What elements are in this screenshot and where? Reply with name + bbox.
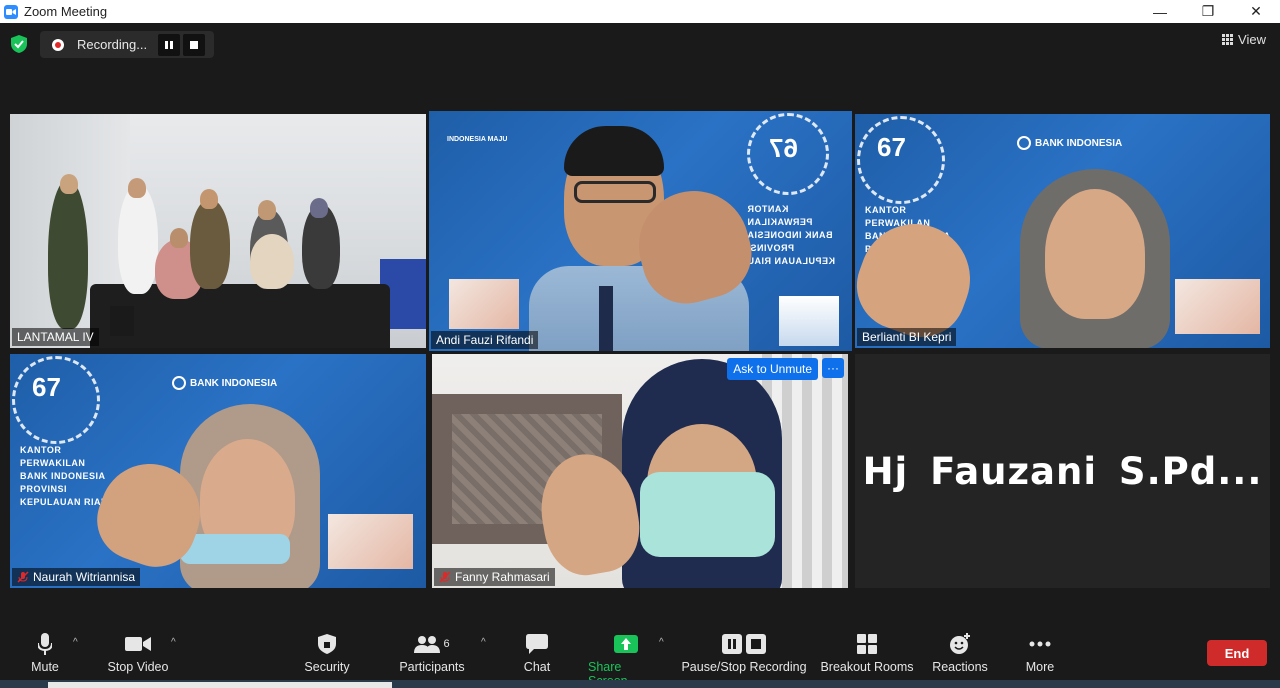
recording-dot-icon: [52, 38, 64, 51]
participant-name: LANTAMAL IV: [17, 330, 94, 344]
video-feed: [432, 354, 848, 588]
breakout-rooms-button[interactable]: Breakout Rooms: [819, 633, 915, 674]
bank-indonesia-logo: BANK INDONESIA: [172, 376, 277, 390]
participants-count: 6: [443, 638, 450, 650]
video-tile-fauzani[interactable]: Hj Fauzani S.Pd...: [855, 354, 1270, 588]
muted-mic-icon: [439, 571, 451, 583]
pause-stop-recording-label: Pause/Stop Recording: [681, 660, 807, 674]
participant-name-label: Fanny Rahmasari: [434, 568, 555, 586]
smiley-reaction-icon: [950, 633, 970, 654]
backdrop-office-text: KANTOR PERWAKILAN BANK INDONESIA PROVINS…: [747, 204, 835, 266]
stop-recording-button[interactable]: [183, 33, 205, 56]
anniversary-number: 67: [32, 372, 61, 402]
mute-button[interactable]: Mute: [24, 633, 66, 674]
minimize-button[interactable]: —: [1136, 0, 1184, 23]
breakout-rooms-icon: [857, 634, 877, 654]
close-button[interactable]: ✕: [1232, 0, 1280, 23]
breakout-rooms-label: Breakout Rooms: [820, 660, 914, 674]
participants-label: Participants: [399, 660, 465, 674]
reactions-label: Reactions: [932, 660, 988, 674]
building-image: [779, 296, 839, 346]
security-button[interactable]: Security: [300, 633, 354, 674]
participants-button[interactable]: 6 Participants: [396, 633, 468, 674]
bank-indonesia-logo: BANK INDONESIA: [1017, 136, 1122, 150]
restore-button[interactable]: ❐: [1184, 0, 1232, 23]
more-label: More: [1025, 660, 1055, 674]
pause-stop-icon: [722, 634, 766, 654]
taskbar-window-item[interactable]: [48, 682, 392, 688]
participants-icon: [414, 636, 441, 653]
video-tile-andi[interactable]: 67 KANTOR PERWAKILAN BANK INDONESIA PROV…: [429, 111, 852, 351]
video-feed: 67 BANK INDONESIA KANTOR PERWAKILAN BANK…: [10, 354, 426, 588]
video-tile-berlianti[interactable]: 67 BANK INDONESIA KANTOR PERWAKILAN BANK…: [855, 114, 1270, 348]
grid-view-icon: [1222, 34, 1234, 45]
ask-to-unmute-button[interactable]: Ask to Unmute: [727, 358, 818, 380]
pause-recording-button[interactable]: [158, 33, 180, 56]
end-meeting-button[interactable]: End: [1207, 640, 1267, 666]
participant-name: Berlianti BI Kepri: [862, 330, 952, 344]
banknote-image: [328, 514, 413, 569]
mute-label: Mute: [31, 660, 59, 674]
participant-name-label: Naurah Witriannisa: [12, 568, 141, 586]
pause-icon: [165, 40, 173, 49]
meeting-stage: Recording... View LANTAMAL IV 67 KANTOR …: [0, 23, 1280, 623]
recording-indicator: Recording...: [40, 31, 214, 58]
recording-label: Recording...: [77, 37, 148, 52]
pause-stop-recording-button[interactable]: Pause/Stop Recording: [681, 633, 807, 674]
participant-name-label: Andi Fauzi Rifandi: [431, 331, 539, 349]
view-button[interactable]: View: [1222, 32, 1266, 47]
audio-options-chevron-icon[interactable]: ^: [73, 637, 78, 648]
muted-mic-icon: [17, 571, 29, 583]
video-feed: [10, 114, 426, 348]
indonesia-maju-logo: INDONESIA MAJU: [447, 136, 508, 143]
more-dots-icon: [1029, 641, 1051, 647]
chat-button[interactable]: Chat: [518, 633, 556, 674]
participants-options-chevron-icon[interactable]: ^: [481, 637, 486, 648]
participant-name: Naurah Witriannisa: [33, 570, 136, 584]
stop-video-button[interactable]: Stop Video: [102, 633, 174, 674]
participant-name-label: LANTAMAL IV: [12, 328, 99, 346]
video-tile-lantamal[interactable]: LANTAMAL IV: [10, 114, 426, 348]
stop-icon: [190, 40, 198, 49]
video-camera-icon: [125, 637, 151, 651]
backdrop-office-text: KANTOR PERWAKILAN BANK INDONESIA PROVINS…: [20, 445, 108, 507]
video-options-chevron-icon[interactable]: ^: [171, 637, 176, 648]
stop-video-label: Stop Video: [107, 660, 169, 674]
anniversary-number: 67: [769, 133, 798, 163]
os-taskbar: [0, 680, 1280, 688]
chat-bubble-icon: [526, 634, 548, 654]
more-button[interactable]: More: [1022, 633, 1058, 674]
banknote-image: [449, 279, 519, 329]
microphone-icon: [38, 633, 52, 655]
window-title: Zoom Meeting: [24, 4, 108, 19]
video-tile-fanny[interactable]: Ask to Unmute ··· Fanny Rahmasari: [432, 354, 848, 588]
chat-label: Chat: [523, 660, 551, 674]
participant-name: Andi Fauzi Rifandi: [436, 333, 534, 347]
tile-more-options-button[interactable]: ···: [822, 358, 844, 378]
security-label: Security: [304, 660, 350, 674]
security-shield-icon[interactable]: [11, 35, 27, 53]
video-tile-naurah[interactable]: 67 BANK INDONESIA KANTOR PERWAKILAN BANK…: [10, 354, 426, 588]
meeting-toolbar: Mute ^ Stop Video ^ Security 6 Participa…: [0, 623, 1280, 688]
participant-display-name: Hj Fauzani S.Pd...: [862, 449, 1263, 493]
banknote-image: [1175, 279, 1260, 334]
anniversary-number: 67: [877, 132, 906, 162]
participant-name: Fanny Rahmasari: [455, 570, 550, 584]
title-bar: Zoom Meeting — ❐ ✕: [0, 0, 1280, 23]
zoom-app-icon: [4, 4, 18, 19]
participant-name-label: Berlianti BI Kepri: [857, 328, 957, 346]
share-options-chevron-icon[interactable]: ^: [659, 637, 664, 648]
reactions-button[interactable]: Reactions: [931, 633, 989, 674]
view-label: View: [1238, 32, 1266, 47]
security-shield-icon: [318, 634, 336, 654]
video-feed: 67 KANTOR PERWAKILAN BANK INDONESIA PROV…: [429, 111, 852, 351]
share-screen-arrow-icon: [614, 635, 638, 653]
video-feed: 67 BANK INDONESIA KANTOR PERWAKILAN BANK…: [855, 114, 1270, 348]
